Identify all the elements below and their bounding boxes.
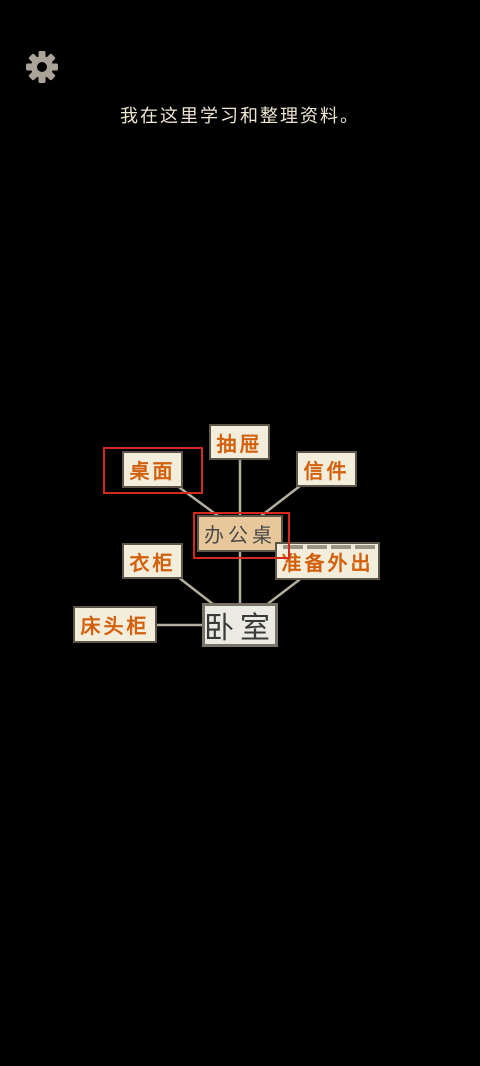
node-bedside-cabinet[interactable]: 床头柜 bbox=[73, 606, 157, 643]
node-room-bedroom[interactable]: 卧室 bbox=[202, 603, 278, 647]
node-drawer[interactable]: 抽屉 bbox=[209, 424, 270, 460]
highlight-center-desk bbox=[193, 512, 290, 559]
node-wardrobe[interactable]: 衣柜 bbox=[122, 543, 183, 579]
node-letter[interactable]: 信件 bbox=[296, 451, 357, 487]
node-dash-marker bbox=[283, 545, 375, 549]
highlight-desktop bbox=[103, 447, 203, 494]
